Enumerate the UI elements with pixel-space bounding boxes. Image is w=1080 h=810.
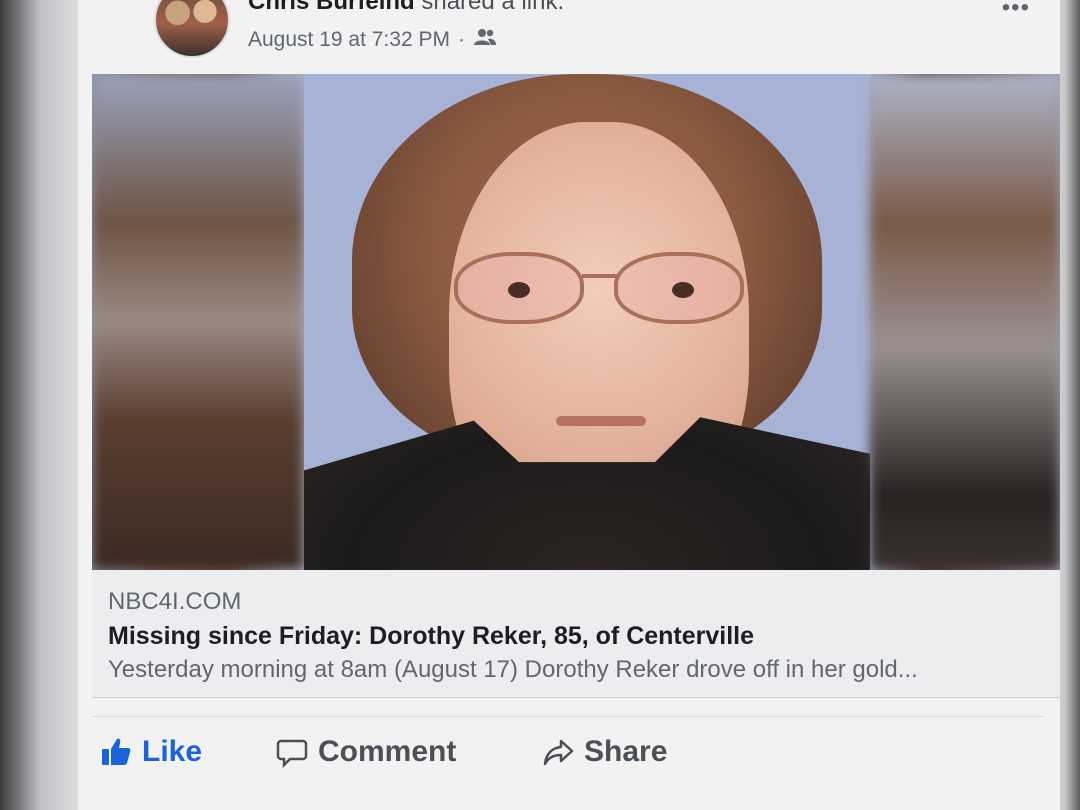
comment-icon xyxy=(276,736,308,768)
like-label: Like xyxy=(142,735,203,768)
image-blur-left xyxy=(92,74,304,570)
share-label: Share xyxy=(584,735,668,768)
portrait-glasses xyxy=(454,252,754,332)
post-actions: Like Comment Share xyxy=(92,716,1044,792)
comment-label: Comment xyxy=(318,735,457,768)
link-description: Yesterday morning at 8am (August 17) Dor… xyxy=(108,656,918,683)
comment-button[interactable]: Comment xyxy=(276,735,456,769)
post-header: Chris Burfeind shared a link. August 19 … xyxy=(78,0,1060,74)
portrait-photo xyxy=(304,74,870,570)
thumbs-up-icon xyxy=(100,736,132,768)
like-button[interactable]: Like xyxy=(100,735,202,769)
author-action: shared a link. xyxy=(421,0,565,15)
friends-icon[interactable] xyxy=(473,28,497,52)
share-button[interactable]: Share xyxy=(542,735,667,769)
share-icon xyxy=(542,736,574,768)
more-options-icon[interactable]: ••• xyxy=(1002,0,1030,22)
post-timestamp[interactable]: August 19 at 7:32 PM xyxy=(248,28,450,52)
glasses-lens-right xyxy=(614,252,744,324)
link-title[interactable]: Missing since Friday: Dorothy Reker, 85,… xyxy=(108,622,754,651)
link-image[interactable] xyxy=(92,74,1060,570)
image-blur-right xyxy=(870,74,1060,570)
post-meta: August 19 at 7:32 PM · xyxy=(248,28,497,52)
glasses-bridge xyxy=(582,274,618,278)
glasses-lens-left xyxy=(454,252,584,324)
meta-separator: · xyxy=(457,28,465,51)
author-avatar[interactable] xyxy=(154,0,230,58)
portrait-mouth xyxy=(556,416,646,426)
author-line: Chris Burfeind shared a link. xyxy=(248,0,564,16)
post-card: Chris Burfeind shared a link. August 19 … xyxy=(78,0,1060,810)
eye-left xyxy=(508,282,530,298)
link-preview[interactable]: NBC4I.COM Missing since Friday: Dorothy … xyxy=(92,570,1060,698)
author-name[interactable]: Chris Burfeind xyxy=(248,0,415,15)
eye-right xyxy=(672,282,694,298)
link-domain: NBC4I.COM xyxy=(108,588,242,615)
